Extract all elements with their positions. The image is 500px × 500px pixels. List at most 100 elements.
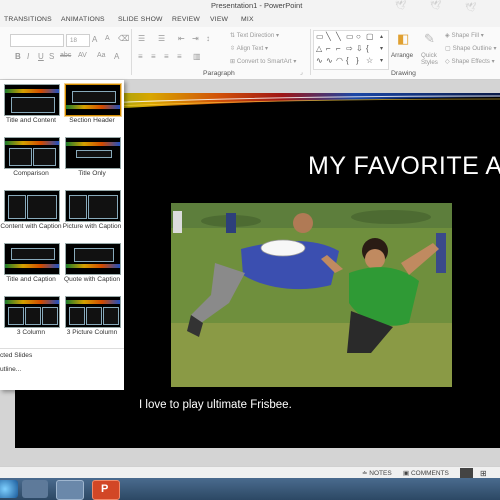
- font-name-box[interactable]: [10, 34, 64, 47]
- frisbee-photo[interactable]: [171, 203, 452, 387]
- paragraph-group-label: Paragraph: [203, 70, 235, 77]
- rectangle-shape-icon[interactable]: ▭: [346, 33, 354, 41]
- arc-shape-icon[interactable]: ◠: [336, 57, 343, 65]
- powerpoint-app-icon[interactable]: P: [92, 480, 120, 500]
- arrange-icon: ◧: [397, 31, 410, 46]
- tab-review[interactable]: REVIEW: [172, 16, 200, 23]
- justify-icon[interactable]: ≡: [177, 52, 182, 61]
- slide-sorter-icon[interactable]: ⊞: [480, 469, 487, 478]
- layout-label: Content with Caption: [0, 223, 62, 230]
- text-direction-button[interactable]: ⇅ Text Direction ▾: [230, 32, 279, 39]
- increase-indent-icon[interactable]: ⇥: [192, 34, 199, 43]
- columns-icon[interactable]: ▥: [193, 52, 201, 61]
- connector-shape-icon[interactable]: ⌐: [336, 45, 341, 53]
- shape-effects-button[interactable]: ◇ Shape Effects ▾: [445, 58, 495, 65]
- curve-shape-icon[interactable]: ∿: [316, 57, 323, 65]
- layout-thumbnail[interactable]: [4, 84, 60, 116]
- tab-mix[interactable]: MIX: [241, 16, 254, 23]
- layout-label: Quote with Caption: [63, 276, 121, 283]
- arrow-right-shape-icon[interactable]: ⇨: [346, 45, 353, 53]
- font-size-box[interactable]: 18: [66, 34, 90, 47]
- shape-fill-button[interactable]: ◈ Shape Fill ▾: [445, 32, 484, 39]
- line-shape-icon[interactable]: ╲: [326, 33, 331, 41]
- align-center-icon[interactable]: ≡: [151, 52, 156, 61]
- layout-label: Title and Caption: [6, 276, 56, 283]
- layout-thumbnail[interactable]: [4, 243, 60, 275]
- dialog-launcher-icon[interactable]: ⌟: [300, 69, 303, 76]
- slide-title[interactable]: MY FAVORITE A: [308, 152, 500, 181]
- connector-shape-icon[interactable]: ⌐: [326, 45, 331, 53]
- drawing-group-label: Drawing: [391, 70, 416, 77]
- rounded-rect-shape-icon[interactable]: ▢: [366, 33, 374, 41]
- layout-thumbnail[interactable]: [65, 137, 121, 169]
- bullets-icon[interactable]: ☰: [138, 34, 145, 43]
- triangle-shape-icon[interactable]: △: [316, 45, 322, 53]
- divider: [0, 348, 124, 349]
- shape-outline-button[interactable]: ▢ Shape Outline ▾: [445, 45, 497, 52]
- layout-thumbnail[interactable]: [4, 137, 60, 169]
- font-color-button[interactable]: A: [114, 52, 119, 61]
- powerpoint-letter: P: [101, 483, 109, 495]
- arrow-down-shape-icon[interactable]: ⇩: [356, 45, 363, 53]
- brace-shape-icon[interactable]: }: [356, 57, 359, 65]
- brace-shape-icon[interactable]: {: [346, 57, 349, 65]
- tab-view[interactable]: VIEW: [210, 16, 228, 23]
- comments-button[interactable]: ▣ COMMENTS: [403, 469, 449, 477]
- window-title: Presentation1 - PowerPoint: [211, 1, 303, 10]
- gallery-up-icon[interactable]: ▴: [380, 33, 383, 41]
- layout-thumbnail[interactable]: [65, 190, 121, 222]
- quick-styles-button[interactable]: Quick Styles: [421, 52, 443, 66]
- ribbon: 18 A A ⌫ B I U S abc AV Aa A ☰ ☰ ⇤ ⇥ ↕ ≡…: [0, 27, 500, 80]
- layout-label: Title and Content: [6, 117, 56, 124]
- decrease-indent-icon[interactable]: ⇤: [178, 34, 185, 43]
- shrink-font-icon[interactable]: A: [105, 35, 110, 42]
- change-case-button[interactable]: Aa: [97, 52, 106, 59]
- align-left-icon[interactable]: ≡: [138, 52, 143, 61]
- bird-icon: 🕊: [395, 0, 407, 10]
- star-shape-icon[interactable]: ☆: [366, 57, 373, 65]
- brace-shape-icon[interactable]: {: [366, 45, 369, 53]
- layout-thumbnail[interactable]: [65, 296, 121, 328]
- bold-button[interactable]: B: [15, 52, 21, 61]
- clear-format-icon[interactable]: ⌫: [118, 34, 129, 43]
- slides-from-outline-menu-item[interactable]: utline...: [0, 366, 21, 373]
- gallery-down-icon[interactable]: ▾: [380, 45, 383, 53]
- italic-button[interactable]: I: [27, 52, 29, 61]
- notes-button[interactable]: ≐ NOTES: [362, 469, 392, 477]
- gallery-more-icon[interactable]: ▾: [380, 57, 383, 65]
- layout-label: 3 Column: [16, 329, 46, 336]
- layout-label: Comparison: [13, 170, 49, 177]
- shadow-button[interactable]: S: [49, 52, 54, 61]
- shapes-gallery[interactable]: ▭ ╲ ╲ ▭ ○ ▢ △ ⌐ ⌐ ⇨ ⇩ { ∿ ∿ ◠ { } ☆ ▴ ▾ …: [313, 30, 389, 70]
- reuse-slides-menu-item[interactable]: cted Slides: [0, 352, 32, 359]
- line-shape-icon[interactable]: ╲: [336, 33, 341, 41]
- layout-label: Picture with Caption: [62, 223, 122, 230]
- tab-animations[interactable]: ANIMATIONS: [61, 16, 105, 23]
- numbering-icon[interactable]: ☰: [158, 34, 165, 43]
- layout-thumbnail[interactable]: [4, 190, 60, 222]
- layout-thumbnail[interactable]: [65, 243, 121, 275]
- slide-caption[interactable]: I love to play ultimate Frisbee.: [139, 399, 292, 411]
- align-right-icon[interactable]: ≡: [164, 52, 169, 61]
- oval-shape-icon[interactable]: ○: [356, 33, 361, 41]
- tab-transitions[interactable]: TRANSITIONS: [4, 16, 52, 23]
- line-spacing-icon[interactable]: ↕: [206, 34, 210, 43]
- grow-font-icon[interactable]: A: [92, 35, 97, 44]
- text-box-shape-icon[interactable]: ▭: [316, 33, 324, 41]
- normal-view-icon[interactable]: [460, 468, 473, 478]
- layout-thumbnail[interactable]: [4, 296, 60, 328]
- ribbon-tabs: TRANSITIONS ANIMATIONS SLIDE SHOW REVIEW…: [0, 12, 500, 28]
- strikethrough-button[interactable]: abc: [60, 52, 71, 59]
- paint-app-icon[interactable]: [22, 480, 48, 498]
- convert-smartart-button[interactable]: ⊞ Convert to SmartArt ▾: [230, 58, 296, 65]
- underline-button[interactable]: U: [38, 52, 44, 61]
- align-text-button[interactable]: ⇳ Align Text ▾: [230, 45, 268, 52]
- arrange-button[interactable]: Arrange: [391, 52, 413, 59]
- explorer-app-icon[interactable]: [56, 480, 84, 500]
- char-spacing-button[interactable]: AV: [78, 52, 87, 59]
- curve-shape-icon[interactable]: ∿: [326, 57, 333, 65]
- layout-label: Section Header: [69, 117, 115, 124]
- layout-thumbnail-selected[interactable]: [64, 83, 122, 117]
- start-button-icon[interactable]: [0, 480, 18, 498]
- tab-slide-show[interactable]: SLIDE SHOW: [118, 16, 163, 23]
